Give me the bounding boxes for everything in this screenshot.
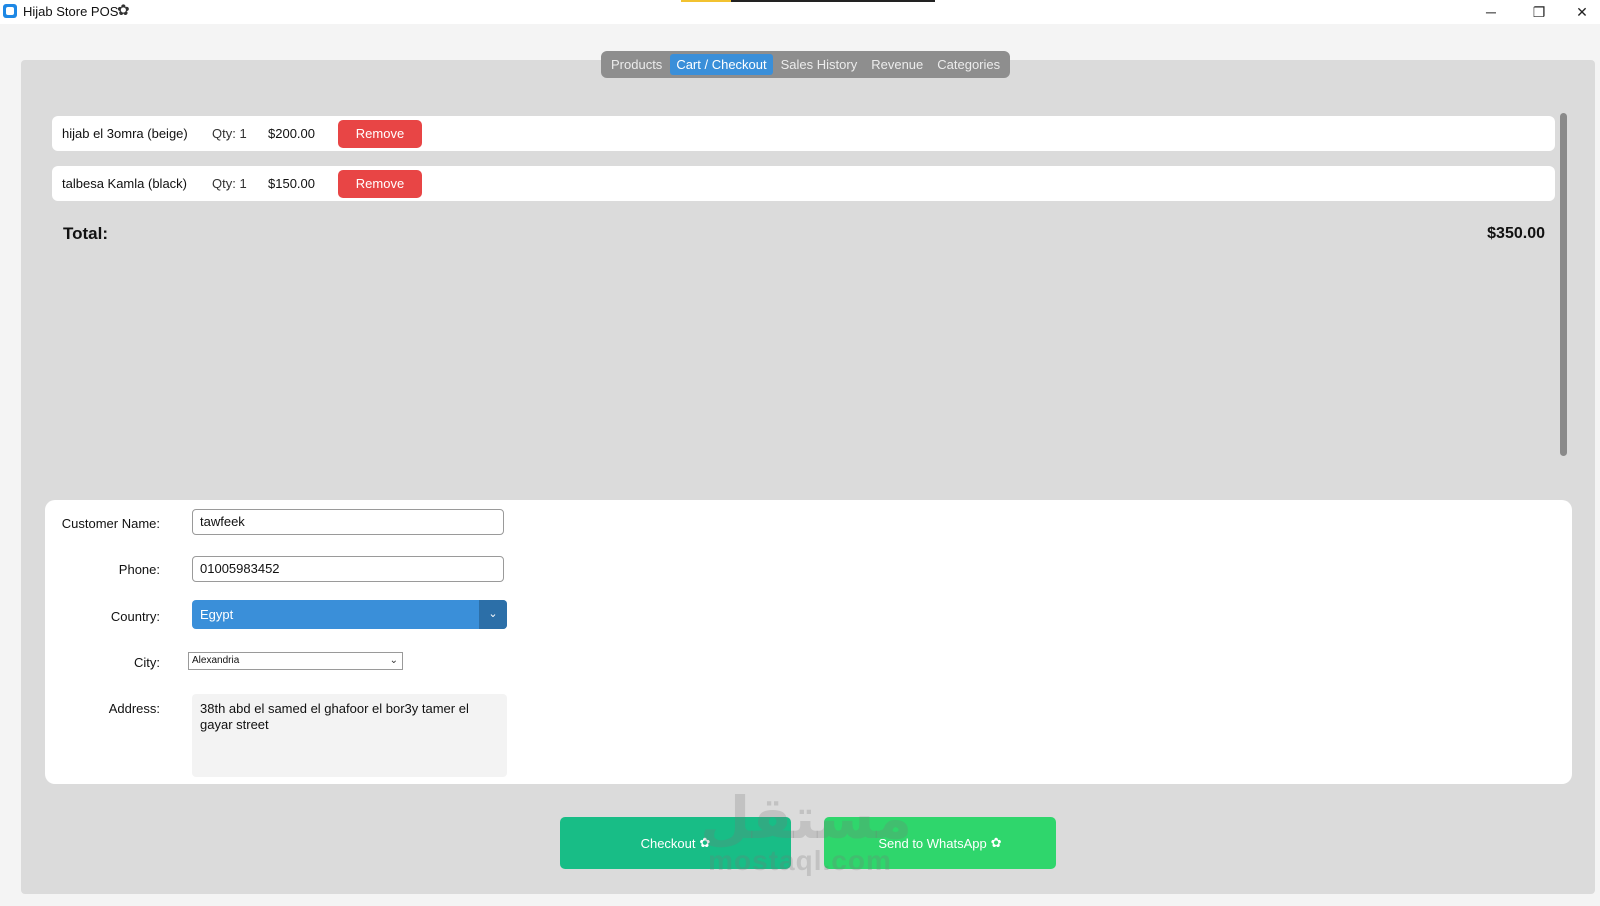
total-value: $350.00 <box>1487 225 1545 242</box>
loading-indicator-track <box>731 0 935 2</box>
customer-name-label: Customer Name: <box>61 516 160 531</box>
cart-item-name: hijab el 3omra (beige) <box>62 126 188 141</box>
close-button[interactable]: ✕ <box>1564 0 1600 24</box>
customer-name-field[interactable]: tawfeek <box>192 509 504 535</box>
cart-item-price: $150.00 <box>268 176 315 191</box>
send-to-whatsapp-button[interactable]: Send to WhatsApp ✿ <box>824 817 1056 869</box>
maximize-button[interactable]: ❐ <box>1516 0 1562 24</box>
remove-button[interactable]: Remove <box>338 119 422 148</box>
tab-cart-checkout[interactable]: Cart / Checkout <box>670 54 773 75</box>
total-label: Total: <box>63 224 109 243</box>
cart-item: hijab el 3omra (beige) Qty: 1 $200.00 Re… <box>52 116 1555 151</box>
city-value: Alexandria <box>192 655 240 666</box>
checkout-label: Checkout <box>640 835 696 851</box>
window-title: Hijab Store POS <box>23 4 119 19</box>
city-label: City: <box>134 655 160 670</box>
cart-item-name: talbesa Kamla (black) <box>62 176 187 191</box>
title-bar: Hijab Store POS ✿ ─ ❐ ✕ <box>0 0 1600 24</box>
cart-item: talbesa Kamla (black) Qty: 1 $150.00 Rem… <box>52 166 1555 201</box>
cart-item-qty: Qty: 1 <box>212 126 247 141</box>
country-select[interactable]: Egypt ⌄ <box>192 600 507 629</box>
whatsapp-label: Send to WhatsApp <box>878 835 987 851</box>
phone-field[interactable]: 01005983452 <box>192 556 504 582</box>
country-label: Country: <box>110 609 160 624</box>
flower-icon: ✿ <box>990 835 1002 850</box>
cart-item-price: $200.00 <box>268 126 315 141</box>
country-value: Egypt <box>200 607 234 622</box>
tab-sales-history[interactable]: Sales History <box>775 54 864 75</box>
chevron-down-icon[interactable]: ⌄ <box>390 653 398 669</box>
app-icon <box>3 4 17 18</box>
minimize-button[interactable]: ─ <box>1468 0 1514 24</box>
address-label: Address: <box>108 701 160 716</box>
tab-categories[interactable]: Categories <box>931 54 1006 75</box>
tab-revenue[interactable]: Revenue <box>865 54 929 75</box>
checkout-button[interactable]: Checkout ✿ <box>560 817 791 869</box>
chevron-down-icon[interactable]: ⌄ <box>479 600 507 629</box>
remove-button[interactable]: Remove <box>338 169 422 198</box>
flower-icon: ✿ <box>699 835 711 850</box>
loading-indicator <box>681 0 731 2</box>
flower-icon: ✿ <box>117 2 130 19</box>
tab-bar: Products Cart / Checkout Sales History R… <box>601 51 1011 78</box>
city-select[interactable]: Alexandria ⌄ <box>188 652 403 670</box>
phone-label: Phone: <box>118 562 160 577</box>
address-textarea[interactable]: 38th abd el samed el ghafoor el bor3y ta… <box>192 694 507 777</box>
tab-products[interactable]: Products <box>605 54 668 75</box>
cart-item-qty: Qty: 1 <box>212 176 247 191</box>
cart-scrollbar[interactable] <box>1560 113 1567 456</box>
